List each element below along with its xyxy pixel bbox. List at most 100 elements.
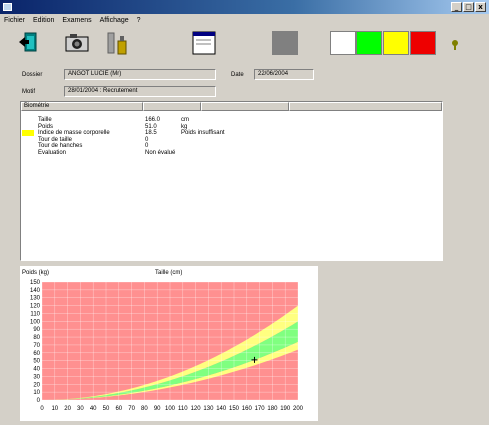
maximize-button[interactable]: □ xyxy=(463,2,474,12)
menu-affichage[interactable]: Affichage xyxy=(100,17,129,24)
table-header: Biométrie xyxy=(21,102,442,111)
table-row[interactable]: Evaluation Non évalué xyxy=(21,150,442,156)
chart-x-tick-label: 50 xyxy=(103,406,110,412)
row-label: Tour de taille xyxy=(38,136,73,143)
chart-y-axis-label: Poids (kg) xyxy=(22,270,49,276)
chart-x-tick-label: 100 xyxy=(165,406,176,412)
menu-bar: Fichier Edition Examens Affichage ? xyxy=(0,14,489,26)
table-row[interactable]: Tour de taille 0 xyxy=(21,137,442,143)
menu-examens[interactable]: Examens xyxy=(62,17,91,24)
weight-height-chart: 0 10 20 30 40 50 60 70 80 90 100 110 120 130 140 150 160… xyxy=(20,266,318,421)
title-bar: _ □ x xyxy=(0,0,489,14)
column-header-extra[interactable] xyxy=(289,102,442,111)
red-swatch[interactable] xyxy=(410,31,436,55)
green-swatch[interactable] xyxy=(356,31,382,55)
date-label: Date xyxy=(231,72,244,78)
chart-x-tick-label: 0 xyxy=(40,406,44,412)
chart-y-tick-label: 20 xyxy=(33,382,40,388)
chart-x-tick-label: 40 xyxy=(90,406,97,412)
chart-y-tick-label: 50 xyxy=(33,359,40,365)
biometrics-table: Biométrie Taille 166.0 cm Poids 51.0 kg Indice… xyxy=(20,101,443,261)
row-label: Taille xyxy=(38,117,52,123)
motif-label: Motif xyxy=(22,89,36,95)
chart-y-tick-label: 0 xyxy=(37,398,41,404)
row-flag xyxy=(22,150,34,156)
chart-y-tick-label: 90 xyxy=(33,327,40,333)
chart-x-tick-label: 20 xyxy=(64,406,71,412)
chart-y-tick-label: 110 xyxy=(30,311,40,317)
app-icon xyxy=(3,3,12,11)
chart-x-tick-label: 10 xyxy=(51,406,58,412)
menu-edition[interactable]: Edition xyxy=(33,17,54,24)
table-row[interactable]: Taille 166.0 cm xyxy=(21,117,442,123)
chart-canvas: 0 10 20 30 40 50 60 70 80 90 100 110 120 130 140 150 160… xyxy=(22,270,304,412)
row-unit: cm xyxy=(181,117,189,123)
chart-y-tick-label: 80 xyxy=(33,335,40,341)
chart-x-tick-label: 130 xyxy=(203,406,214,412)
close-button[interactable]: x xyxy=(475,2,486,12)
date-field[interactable]: 22/06/2004 xyxy=(254,69,314,80)
row-label: Tour de hanches xyxy=(38,143,83,150)
exit-icon[interactable] xyxy=(18,31,38,53)
row-value: 0 xyxy=(145,136,149,143)
row-unit: kg xyxy=(181,123,188,130)
row-value: 18.5 xyxy=(145,130,157,137)
chart-x-tick-label: 190 xyxy=(280,406,291,412)
row-value: 51.0 xyxy=(145,123,157,130)
row-flag xyxy=(22,117,34,123)
chart-x-tick-label: 180 xyxy=(267,406,278,412)
chart-y-tick-label: 140 xyxy=(30,288,41,294)
chart-x-axis-label: Taille (cm) xyxy=(155,270,182,276)
row-label: Indice de masse corporelle xyxy=(38,130,110,137)
chart-x-tick-label: 110 xyxy=(178,406,188,412)
table-row[interactable]: Indice de masse corporelle 18.5 Poids insu… xyxy=(21,130,442,137)
chart-x-tick-label: 170 xyxy=(255,406,266,412)
column-header-unit[interactable] xyxy=(201,102,289,111)
chart-x-tick-label: 200 xyxy=(293,406,304,412)
chart-y-tick-label: 100 xyxy=(30,319,41,325)
row-flag xyxy=(22,143,34,149)
chart-y-tick-label: 120 xyxy=(30,304,41,310)
chart-x-tick-label: 90 xyxy=(154,406,161,412)
chart-x-tick-label: 80 xyxy=(141,406,148,412)
camera-icon[interactable] xyxy=(64,31,90,53)
row-label: Poids xyxy=(38,123,54,130)
help-icon[interactable] xyxy=(450,39,460,51)
chart-y-tick-label: 30 xyxy=(33,374,40,380)
yellow-swatch[interactable] xyxy=(383,31,409,55)
bottle-icon[interactable] xyxy=(106,31,130,57)
row-value: 166.0 xyxy=(145,117,161,123)
chart-x-tick-label: 30 xyxy=(77,406,84,412)
gray-swatch[interactable] xyxy=(272,31,298,55)
chart-y-tick-label: 40 xyxy=(33,367,40,373)
chart-x-tick-label: 120 xyxy=(191,406,202,412)
row-flag xyxy=(22,130,34,137)
chart-x-tick-label: 140 xyxy=(216,406,227,412)
row-flag xyxy=(22,137,34,143)
chart-x-tick-label: 160 xyxy=(242,406,253,412)
chart-y-tick-label: 10 xyxy=(33,390,40,396)
column-header-biometrie[interactable]: Biométrie xyxy=(21,102,143,111)
table-row[interactable]: Tour de hanches 0 xyxy=(21,143,442,149)
minimize-button[interactable]: _ xyxy=(451,2,462,12)
row-unit: Poids insuffisant xyxy=(181,130,225,137)
column-header-value[interactable] xyxy=(143,102,201,111)
chart-x-tick-label: 150 xyxy=(229,406,240,412)
chart-x-tick-label: 70 xyxy=(128,406,135,412)
menu-help[interactable]: ? xyxy=(137,17,141,24)
chart-y-tick-label: 150 xyxy=(30,280,41,286)
chart-y-tick-label: 70 xyxy=(33,343,40,349)
menu-fichier[interactable]: Fichier xyxy=(4,17,25,24)
white-swatch[interactable] xyxy=(330,31,356,55)
chart-x-tick-label: 60 xyxy=(115,406,122,412)
dossier-label: Dossier xyxy=(22,72,43,78)
table-row[interactable]: Poids 51.0 kg xyxy=(21,124,442,130)
toolbar xyxy=(0,27,489,61)
row-flag xyxy=(22,124,34,130)
chart-y-tick-label: 130 xyxy=(30,296,41,302)
window-icon[interactable] xyxy=(192,31,216,55)
chart-y-tick-label: 60 xyxy=(33,351,40,357)
row-label: Evaluation xyxy=(38,150,67,156)
dossier-field[interactable]: ANGOT LUCIE (Mr) xyxy=(64,69,216,80)
motif-field[interactable]: 28/01/2004 : Recrutement xyxy=(64,86,216,97)
